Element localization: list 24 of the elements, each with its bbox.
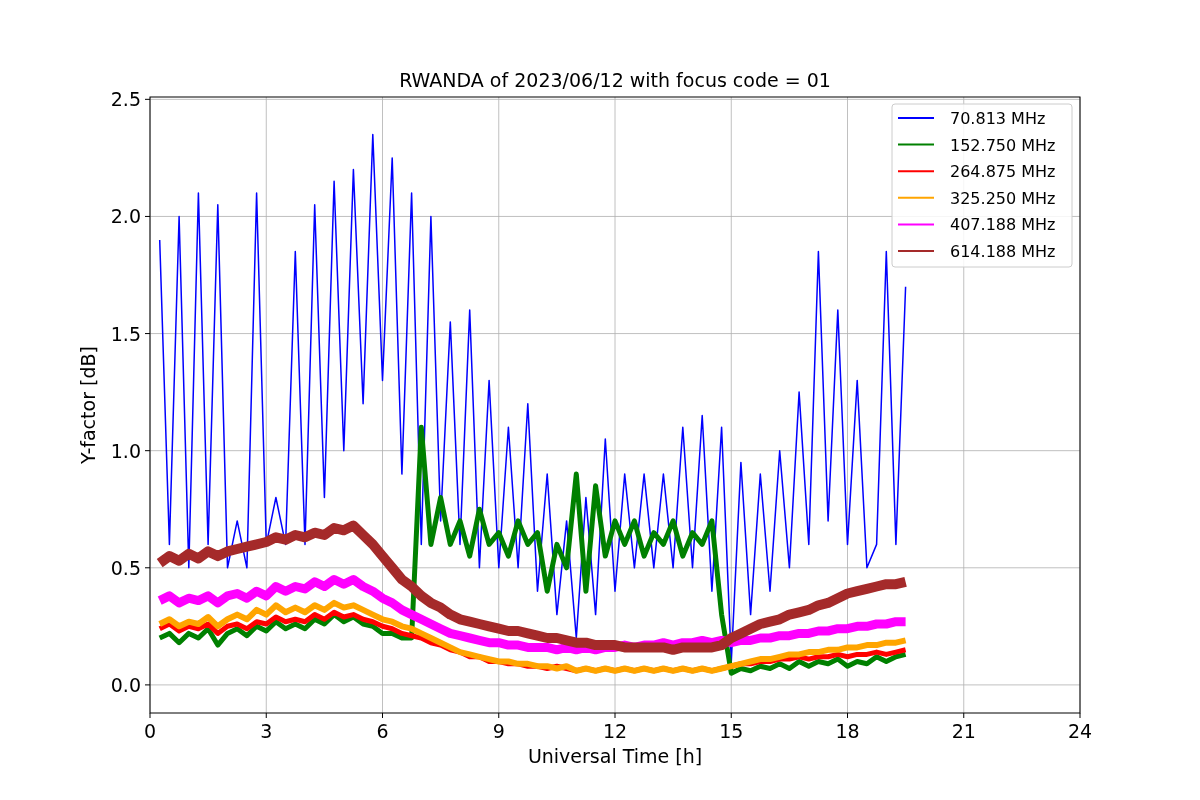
tick-label: 3 [260, 720, 273, 742]
tick-label: 1.0 [110, 439, 141, 462]
legend-label: 264.875 MHz [950, 162, 1056, 182]
tick-label: 1.5 [110, 322, 141, 345]
tick-label: 0 [143, 720, 157, 742]
tick-label: 2.5 [110, 88, 141, 111]
tick-label: 12 [602, 720, 628, 742]
legend-label: 614.188 MHz [950, 242, 1056, 261]
tick-label: 0.0 [110, 673, 141, 696]
tick-label: 6 [376, 720, 389, 742]
legend-label: 407.188 MHz [950, 215, 1056, 235]
chart-title: RWANDA of 2023/06/12 with focus code = 01 [399, 69, 831, 91]
axis-label: Y-factor [dB] [77, 346, 99, 464]
legend-label: 325.250 MHz [950, 188, 1056, 208]
legend-label: 152.750 MHz [950, 135, 1056, 155]
tick-label: 24 [1067, 720, 1093, 742]
tick-label: 9 [492, 720, 505, 742]
tick-label: 15 [719, 720, 744, 742]
axis-label: Universal Time [h] [527, 745, 703, 767]
tick-label: 21 [951, 720, 976, 742]
tick-label: 18 [835, 720, 860, 742]
tick-label: 2.0 [110, 205, 141, 228]
legend-label: 70.813 MHz [950, 109, 1046, 128]
tick-label: 0.5 [110, 556, 141, 579]
